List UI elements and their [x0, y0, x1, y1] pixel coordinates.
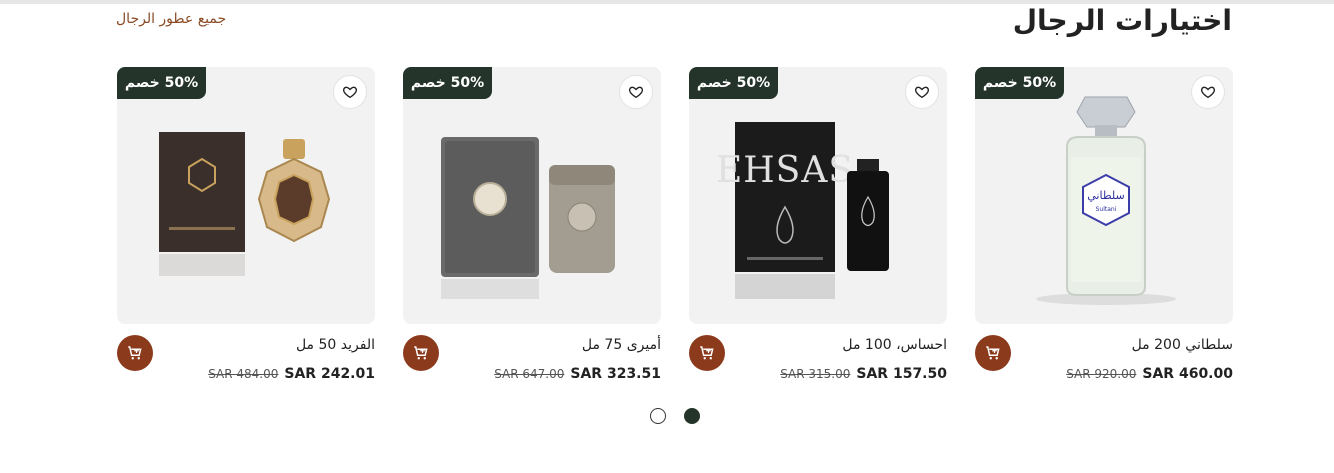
wishlist-button[interactable]	[333, 75, 367, 109]
product-name[interactable]: الفريد 50 مل	[296, 337, 375, 353]
cart-icon	[986, 346, 1000, 360]
heart-icon	[914, 86, 930, 99]
product-image	[159, 132, 331, 276]
cart-icon	[128, 346, 142, 360]
price-row: SAR 647.00 SAR 323.51	[494, 366, 661, 382]
product-card[interactable]: سلطاني Sultani 50% خصم سلطاني 200 مل SAR…	[975, 67, 1233, 382]
pagination-dot-active[interactable]	[684, 408, 700, 424]
sale-price: SAR 323.51	[570, 366, 661, 382]
discount-badge: 50% خصم	[975, 67, 1064, 99]
old-price: SAR 647.00	[494, 367, 565, 381]
product-name[interactable]: احساس، 100 مل	[842, 337, 947, 353]
discount-badge: 50% خصم	[117, 67, 206, 99]
product-image: EHSAS	[716, 122, 889, 299]
add-to-cart-button[interactable]	[689, 335, 725, 371]
price-row: SAR 920.00 SAR 460.00	[1066, 366, 1233, 382]
heart-icon	[342, 86, 358, 99]
pagination-dot[interactable]	[650, 408, 666, 424]
discount-badge: 50% خصم	[403, 67, 492, 99]
old-price: SAR 484.00	[208, 367, 279, 381]
add-to-cart-button[interactable]	[975, 335, 1011, 371]
product-image-box[interactable]: 50% خصم	[117, 67, 375, 324]
product-card[interactable]: 50% خصم أميرى 75 مل SAR 647.00 SAR 323.5…	[403, 67, 661, 382]
wishlist-button[interactable]	[1191, 75, 1225, 109]
product-name[interactable]: سلطاني 200 مل	[1132, 337, 1233, 353]
sale-price: SAR 242.01	[284, 366, 375, 382]
product-image-box[interactable]: EHSAS 50% خصم	[689, 67, 947, 324]
sale-price: SAR 157.50	[856, 366, 947, 382]
wishlist-button[interactable]	[619, 75, 653, 109]
product-image: سلطاني Sultani	[1036, 96, 1176, 305]
add-to-cart-button[interactable]	[117, 335, 153, 371]
price-row: SAR 315.00 SAR 157.50	[780, 366, 947, 382]
section-title: اختيارات الرجال	[1012, 4, 1232, 37]
old-price: SAR 315.00	[780, 367, 851, 381]
carousel-pagination	[650, 408, 700, 424]
product-image	[441, 137, 615, 299]
all-mens-perfumes-link[interactable]: جميع عطور الرجال	[116, 11, 226, 27]
heart-icon	[1200, 86, 1216, 99]
wishlist-button[interactable]	[905, 75, 939, 109]
svg-text:Sultani: Sultani	[1096, 206, 1117, 213]
price-row: SAR 484.00 SAR 242.01	[208, 366, 375, 382]
product-card[interactable]: 50% خصم الفريد 50 مل SAR 484.00 SAR 242.…	[117, 67, 375, 382]
cart-icon	[700, 346, 714, 360]
svg-text:سلطاني: سلطاني	[1087, 189, 1124, 202]
discount-badge: 50% خصم	[689, 67, 778, 99]
old-price: SAR 920.00	[1066, 367, 1137, 381]
add-to-cart-button[interactable]	[403, 335, 439, 371]
cart-icon	[414, 346, 428, 360]
heart-icon	[628, 86, 644, 99]
product-image-box[interactable]: 50% خصم	[403, 67, 661, 324]
sale-price: SAR 460.00	[1142, 366, 1233, 382]
svg-text:EHSAS: EHSAS	[716, 150, 854, 191]
product-card[interactable]: EHSAS 50% خصم احساس، 100 مل SAR 315.00 S…	[689, 67, 947, 382]
product-name[interactable]: أميرى 75 مل	[582, 337, 661, 353]
product-image-box[interactable]: سلطاني Sultani 50% خصم	[975, 67, 1233, 324]
